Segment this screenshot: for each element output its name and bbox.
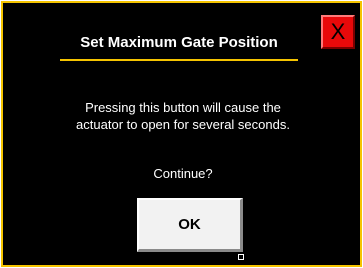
confirm-dialog: Set Maximum Gate Position X Pressing thi… bbox=[1, 1, 362, 267]
close-icon: X bbox=[330, 19, 346, 44]
focus-marker bbox=[238, 254, 244, 260]
dialog-title: Set Maximum Gate Position bbox=[80, 34, 278, 51]
close-button[interactable]: X bbox=[321, 15, 355, 49]
continue-prompt: Continue? bbox=[153, 166, 213, 181]
dialog-message-line-1: Pressing this button will cause the bbox=[85, 100, 281, 115]
title-divider bbox=[60, 59, 298, 61]
ok-button[interactable]: OK bbox=[137, 198, 243, 252]
dialog-message-line-2: actuator to open for several seconds. bbox=[76, 117, 290, 132]
